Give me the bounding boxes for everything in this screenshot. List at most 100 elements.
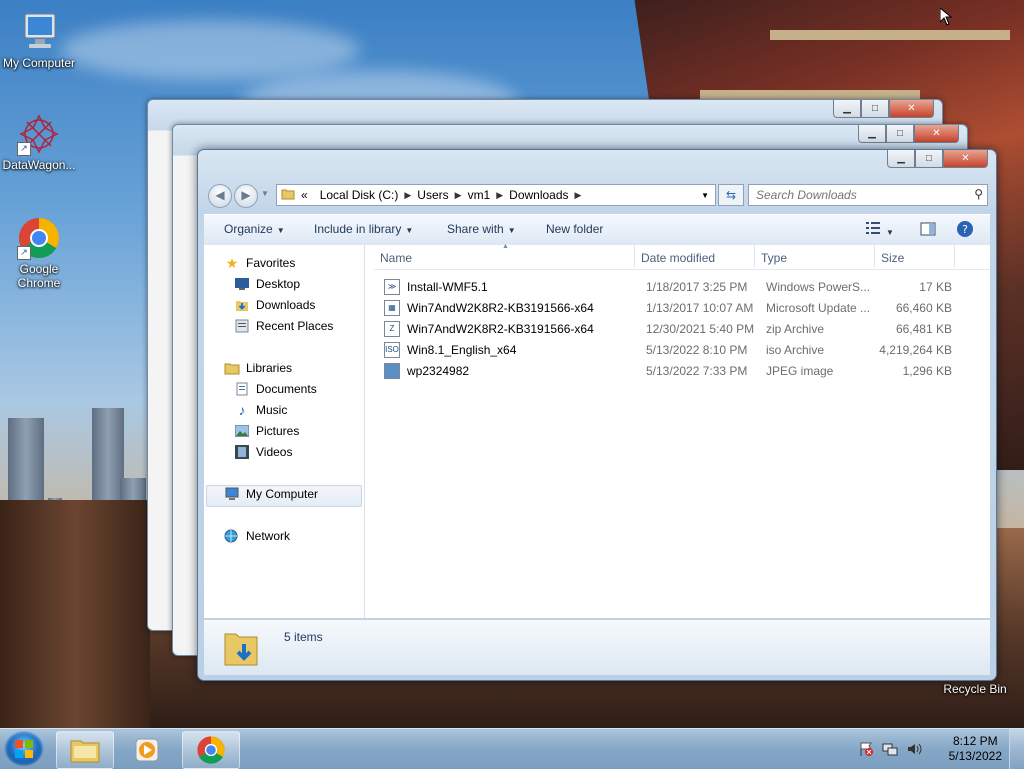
nav-pictures[interactable]: Pictures [234,424,299,438]
details-pane: 5 items [204,619,990,675]
file-size: 66,460 KB [895,301,952,315]
column-header-name[interactable]: Name [380,251,412,265]
nav-libraries[interactable]: Libraries [224,361,292,375]
column-divider[interactable] [954,245,955,267]
minimize-button[interactable]: ▁ [887,150,915,168]
computer-icon [17,10,61,54]
view-options-button[interactable]: ▼ [866,221,894,238]
file-type: JPEG image [766,364,834,378]
taskbar-media-player-button[interactable] [118,731,176,769]
include-in-library-button[interactable]: Include in library ▼ [314,222,413,236]
column-divider[interactable] [874,245,875,267]
taskbar-chrome-button[interactable] [182,731,240,769]
file-name: wp2324982 [407,364,470,378]
jpeg-image-icon [384,363,400,379]
action-center-flag-icon[interactable] [858,741,874,760]
new-folder-button[interactable]: New folder [546,222,603,236]
minimize-button[interactable]: ▁ [858,125,886,143]
nav-documents[interactable]: Documents [234,382,317,396]
breadcrumb-arrow-icon[interactable]: ▶ [575,190,582,201]
file-row[interactable]: ISO Win8.1_English_x64 5/13/2022 8:10 PM… [374,339,990,360]
share-with-button[interactable]: Share with ▼ [447,222,516,236]
maximize-button[interactable]: □ [886,125,914,143]
recent-pages-chevron-icon[interactable]: ▼ [261,189,269,198]
breadcrumb-local-disk[interactable]: Local Disk (C:) [314,188,405,202]
column-header-size[interactable]: Size [881,251,904,265]
start-button[interactable] [4,731,44,767]
breadcrumb-users[interactable]: Users [411,188,454,202]
new-folder-label: New folder [546,222,604,236]
file-size: 1,296 KB [902,364,952,378]
nav-network[interactable]: Network [224,529,290,543]
organize-button[interactable]: Organize ▼ [224,222,285,236]
help-button[interactable]: ? [956,220,974,241]
nav-label: Downloads [256,298,316,312]
desktop-icon-datawagon[interactable]: ↗ DataWagon... [0,112,78,172]
clock[interactable]: 8:12 PM 5/13/2022 [949,734,1002,764]
nav-music[interactable]: ♪ Music [234,402,288,418]
organize-label: Organize [224,222,273,236]
address-bar[interactable]: « Local Disk (C:) ▶ Users ▶ vm1 ▶ Downlo… [276,184,716,206]
zip-archive-icon: Z [384,321,400,337]
search-box[interactable]: ⚲ [748,184,988,206]
file-row[interactable]: Z Win7AndW2K8R2-KB3191566-x64 12/30/2021… [374,318,990,339]
breadcrumb-arrow-icon[interactable]: ▶ [496,190,503,201]
clock-date: 5/13/2022 [948,749,1002,763]
breadcrumb-vm1[interactable]: vm1 [462,188,497,202]
nav-downloads[interactable]: Downloads [234,298,315,312]
breadcrumb-arrow-icon[interactable]: ▶ [455,190,462,201]
file-row[interactable]: ≫ Install-WMF5.1 1/18/2017 3:25 PM Windo… [374,276,990,297]
nav-favorites[interactable]: ★ Favorites [224,255,296,271]
preview-pane-button[interactable] [920,221,936,240]
nav-videos[interactable]: Videos [234,445,292,459]
nav-my-computer[interactable]: My Computer [224,487,318,501]
breadcrumb-arrow-icon[interactable]: ▶ [404,190,411,201]
maximize-button[interactable]: □ [915,150,943,168]
file-size: 17 KB [919,280,952,294]
breadcrumb-downloads[interactable]: Downloads [503,188,574,202]
recent-places-icon [234,319,250,333]
file-name: Install-WMF5.1 [407,280,488,294]
forward-button[interactable]: ▶ [234,184,258,208]
column-header-type[interactable]: Type [761,251,787,265]
file-type: Microsoft Update ... [766,301,871,315]
taskbar-explorer-button[interactable] [56,731,114,769]
svg-text:?: ? [962,223,968,236]
nav-label: Favorites [246,256,296,270]
network-status-icon[interactable] [882,741,898,760]
close-button[interactable]: ✕ [914,125,959,143]
file-size: 66,481 KB [895,322,952,336]
breadcrumb-overflow[interactable]: « [295,188,314,202]
maximize-button[interactable]: □ [861,100,889,118]
nav-recent-places[interactable]: Recent Places [234,319,333,333]
address-dropdown-icon[interactable]: ▼ [701,191,709,200]
nav-desktop[interactable]: Desktop [234,277,300,291]
desktop-icon-google-chrome[interactable]: ↗ Google Chrome [0,216,78,290]
column-divider[interactable] [754,245,755,267]
column-divider[interactable] [634,245,635,267]
explorer-window[interactable]: ▁ □ ✕ ◀ ▶ ▼ « Local Disk (C:) ▶ Users ▶ … [197,149,997,681]
file-row[interactable]: ▦ Win7AndW2K8R2-KB3191566-x64 1/13/2017 … [374,297,990,318]
search-icon[interactable]: ⚲ [974,187,983,201]
pagoda-beam [770,30,1010,40]
nav-label: My Computer [246,487,319,501]
file-row[interactable]: wp2324982 5/13/2022 7:33 PM JPEG image 1… [374,360,990,381]
close-button[interactable]: ✕ [889,100,934,118]
computer-icon [224,487,240,501]
nav-label: Libraries [246,361,293,375]
music-icon: ♪ [238,402,246,418]
back-button[interactable]: ◀ [208,184,232,208]
close-button[interactable]: ✕ [943,150,988,168]
minimize-button[interactable]: ▁ [833,100,861,118]
desktop-icon-label: Recycle Bin [943,682,1007,696]
volume-icon[interactable] [906,741,922,760]
search-input[interactable] [754,185,963,205]
column-header-date[interactable]: Date modified [641,251,715,265]
desktop-icon-my-computer[interactable]: My Computer [0,10,78,70]
desktop-icon-recycle-bin[interactable]: Recycle Bin [940,682,1010,696]
explorer-icon [70,740,100,763]
videos-icon [234,445,250,459]
refresh-button[interactable]: ⇆ [718,184,744,206]
show-desktop-button[interactable] [1009,729,1024,769]
taskbar: 8:12 PM 5/13/2022 [0,728,1024,769]
